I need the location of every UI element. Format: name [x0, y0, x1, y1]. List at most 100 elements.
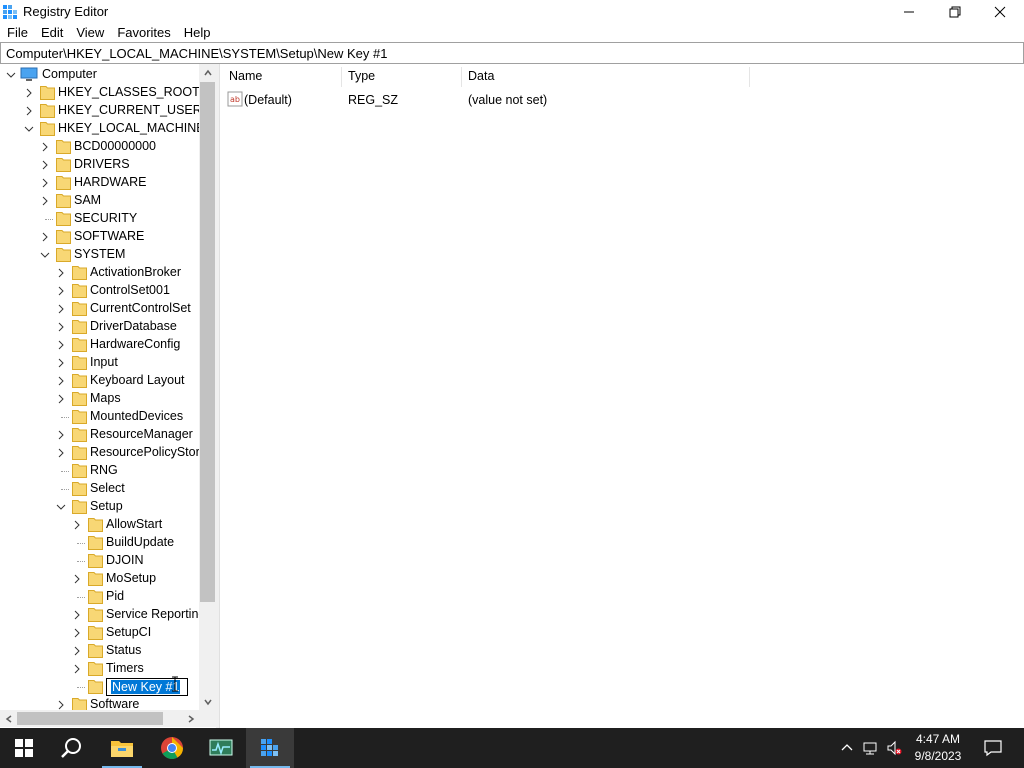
pane-splitter[interactable] [216, 64, 220, 728]
tree-connector [61, 489, 69, 490]
tree-item-label: HKEY_LOCAL_MACHINE [58, 121, 205, 135]
chevron-right-icon[interactable] [72, 663, 82, 675]
taskbar-task-manager[interactable] [197, 728, 245, 768]
value-name: (Default) [244, 93, 292, 107]
chevron-right-icon[interactable] [56, 303, 66, 315]
scroll-left-button[interactable] [0, 710, 17, 727]
chevron-down-icon [203, 699, 212, 705]
chevron-right-icon[interactable] [56, 339, 66, 351]
menu-favorites[interactable]: Favorites [110, 23, 176, 42]
chevron-down-icon[interactable] [40, 249, 50, 261]
chevron-right-icon[interactable] [56, 447, 66, 459]
start-button[interactable] [0, 728, 48, 768]
close-button[interactable] [977, 0, 1023, 23]
folder-icon [88, 626, 103, 640]
folder-icon [88, 644, 103, 658]
tree-connector [61, 417, 69, 418]
folder-icon [40, 86, 55, 100]
taskbar-registry-editor[interactable] [246, 728, 294, 768]
tree-horizontal-scrollbar[interactable] [0, 710, 199, 727]
tree-item-label: Pid [106, 589, 125, 603]
restore-button[interactable] [932, 0, 978, 23]
notifications-icon[interactable] [984, 739, 1002, 757]
chevron-right-icon[interactable] [40, 231, 50, 243]
chevron-right-icon[interactable] [40, 141, 50, 153]
folder-icon [72, 446, 87, 460]
taskbar-file-explorer[interactable] [98, 728, 146, 768]
svg-text:ab: ab [230, 95, 240, 104]
scroll-right-button[interactable] [182, 710, 199, 727]
menu-view[interactable]: View [69, 23, 110, 42]
folder-icon [88, 680, 103, 694]
minimize-button[interactable] [886, 0, 932, 23]
chevron-down-icon[interactable] [24, 123, 34, 135]
tree-item-label: Service Reporting [106, 607, 206, 621]
chevron-right-icon[interactable] [56, 285, 66, 297]
column-divider[interactable] [749, 67, 750, 87]
clock-date: 9/8/2023 [914, 749, 962, 763]
folder-icon [56, 176, 71, 190]
tree-item-label: SetupCI [106, 625, 152, 639]
tree-item-label: BCD00000000 [74, 139, 157, 153]
folder-icon [72, 500, 87, 514]
scroll-down-button[interactable] [199, 693, 216, 710]
chevron-right-icon[interactable] [40, 195, 50, 207]
tree-connector [61, 471, 69, 472]
scroll-up-button[interactable] [199, 64, 216, 81]
folder-icon [88, 554, 103, 568]
chevron-right-icon[interactable] [56, 321, 66, 333]
tree-pane: Computer HKEY_CLASSES_ROOT HKEY_CURRENT_U… [0, 64, 216, 728]
column-header-data[interactable]: Data [468, 69, 494, 87]
chevron-right-icon[interactable] [72, 627, 82, 639]
chevron-right-icon[interactable] [56, 393, 66, 405]
menu-bar: File Edit View Favorites Help [0, 23, 1024, 42]
system-clock[interactable]: 4:47 AM 9/8/2023 [908, 731, 968, 765]
taskbar-chrome[interactable] [148, 728, 196, 768]
search-button[interactable] [48, 728, 96, 768]
chevron-right-icon[interactable] [56, 429, 66, 441]
tree-item-label: MoSetup [106, 571, 157, 585]
tree-item-label: SOFTWARE [74, 229, 145, 243]
column-header-type[interactable]: Type [348, 69, 375, 87]
chevron-down-icon[interactable] [56, 501, 66, 513]
tree-item-label: SAM [74, 193, 102, 207]
tree-item-label: DriverDatabase [90, 319, 177, 333]
column-divider[interactable] [341, 67, 342, 87]
chevron-down-icon[interactable] [6, 69, 16, 81]
search-icon [61, 738, 81, 758]
tree-item-label: CurrentControlSet [90, 301, 191, 315]
folder-icon [88, 662, 103, 676]
rename-selected-text: New Key #1 [111, 680, 181, 694]
chevron-right-icon[interactable] [72, 519, 82, 531]
chevron-right-icon[interactable] [72, 609, 82, 621]
chevron-left-icon [5, 714, 11, 723]
folder-icon [72, 284, 87, 298]
folder-icon [56, 158, 71, 172]
tree-item-label: ControlSet001 [90, 283, 170, 297]
chevron-right-icon[interactable] [40, 177, 50, 189]
values-pane: Name Type Data ab (Default) REG_SZ (valu… [221, 64, 1024, 728]
chevron-right-icon[interactable] [56, 375, 66, 387]
show-hidden-icons-chevron-up-icon[interactable] [839, 740, 855, 756]
chevron-right-icon[interactable] [72, 645, 82, 657]
scroll-thumb[interactable] [200, 82, 215, 602]
menu-edit[interactable]: Edit [34, 23, 69, 42]
chevron-right-icon[interactable] [40, 159, 50, 171]
chevron-right-icon[interactable] [56, 267, 66, 279]
chevron-right-icon[interactable] [56, 357, 66, 369]
folder-icon [72, 392, 87, 406]
menu-help[interactable]: Help [177, 23, 217, 42]
chevron-right-icon[interactable] [72, 573, 82, 585]
scroll-thumb[interactable] [17, 712, 163, 725]
window-title: Registry Editor [23, 4, 109, 19]
column-header-name[interactable]: Name [229, 69, 262, 87]
menu-file[interactable]: File [0, 23, 34, 42]
address-bar[interactable]: Computer\HKEY_LOCAL_MACHINE\SYSTEM\Setup… [0, 42, 1024, 64]
tree-vertical-scrollbar[interactable] [199, 64, 216, 710]
network-icon[interactable] [862, 740, 878, 756]
chevron-right-icon[interactable] [24, 105, 34, 117]
chevron-right-icon[interactable] [24, 87, 34, 99]
tree-item-label: Select [90, 481, 125, 495]
column-divider[interactable] [461, 67, 462, 87]
volume-muted-icon[interactable] [886, 740, 902, 756]
